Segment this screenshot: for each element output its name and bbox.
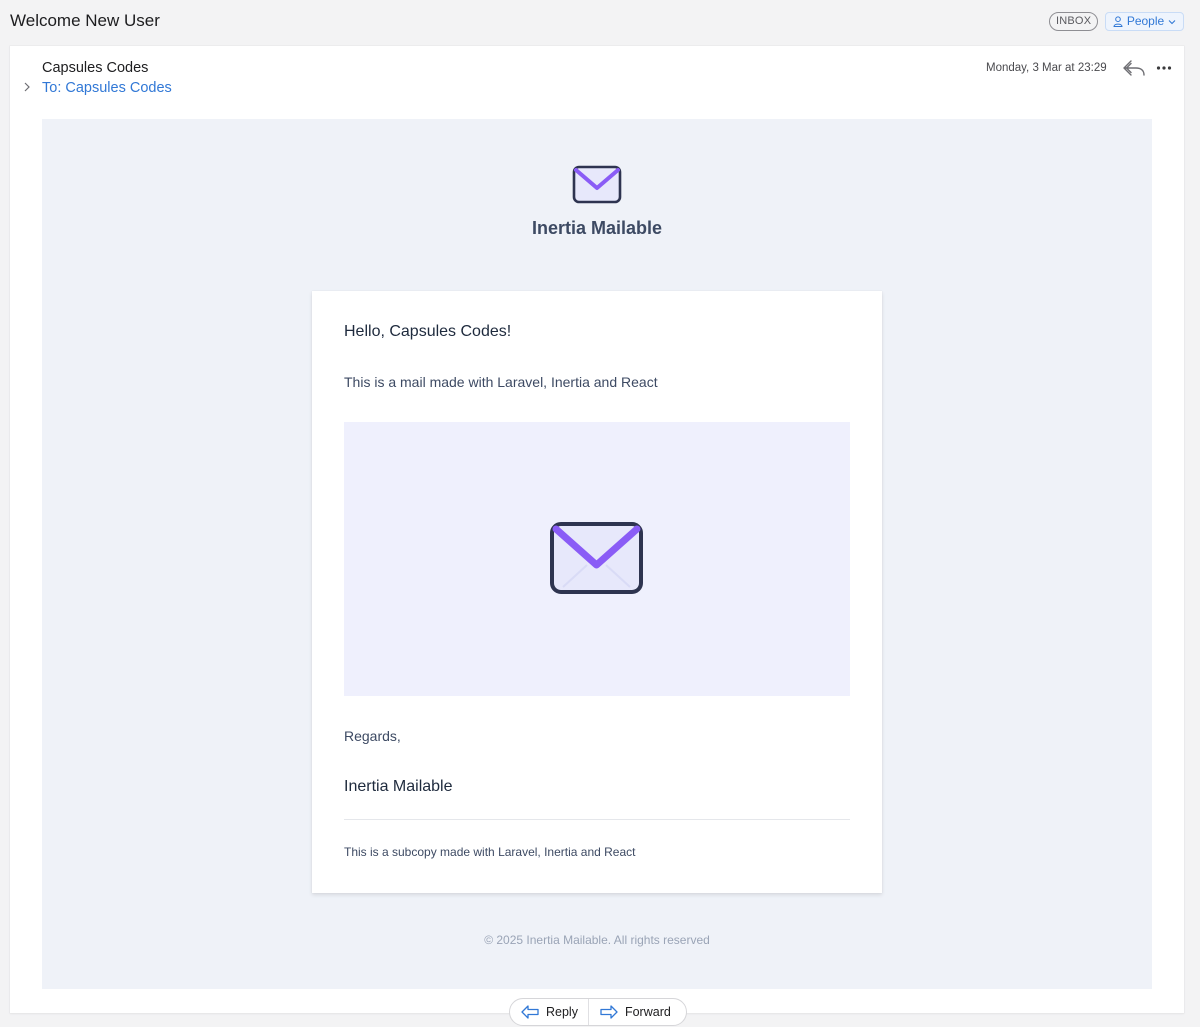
divider [344,819,850,820]
category-tag-label: People [1126,14,1165,28]
email-body: Inertia Mailable Hello, Capsules Codes! … [42,119,1152,989]
footer-text: © 2025 Inertia Mailable. All rights rese… [484,933,710,947]
ellipsis-icon[interactable] [1154,58,1174,78]
forward-arrow-icon [600,1005,618,1019]
forward-label: Forward [624,1005,671,1019]
brand-name[interactable]: Inertia Mailable [42,218,1152,239]
regards-text: Regards, [344,728,401,744]
subcopy-text: This is a subcopy made with Laravel, Ine… [344,845,636,859]
sender-name[interactable]: Capsules Codes [42,60,148,76]
reply-label: Reply [546,1005,578,1019]
reply-button[interactable]: Reply [510,999,588,1025]
person-icon [1113,16,1123,27]
mailbox-tag-inbox[interactable]: INBOX [1049,12,1099,31]
intro-text: This is a mail made with Laravel, Inerti… [344,374,658,390]
message-date: Monday, 3 Mar at 23:29 [986,62,1107,74]
message-panel: Capsules Codes To: Capsules Codes Monday… [10,46,1184,1013]
greeting-heading: Hello, Capsules Codes! [344,323,512,340]
title-bar: Welcome New User INBOX People [0,0,1200,44]
category-tag-people[interactable]: People [1105,12,1184,31]
chevron-down-icon [1168,19,1176,24]
forward-button[interactable]: Forward [589,999,681,1025]
message-actions: Reply Forward [509,998,687,1026]
message-subject: Welcome New User [10,11,160,30]
envelope-icon [572,165,622,204]
reply-icon[interactable] [1122,58,1146,78]
email-card: Hello, Capsules Codes! This is a mail ma… [312,291,882,893]
chevron-right-icon[interactable] [22,81,32,93]
hero-image [344,422,850,696]
envelope-icon [550,522,643,594]
recipient-line[interactable]: To: Capsules Codes [42,80,172,96]
signature-text: Inertia Mailable [344,778,453,795]
reply-arrow-icon [521,1005,539,1019]
